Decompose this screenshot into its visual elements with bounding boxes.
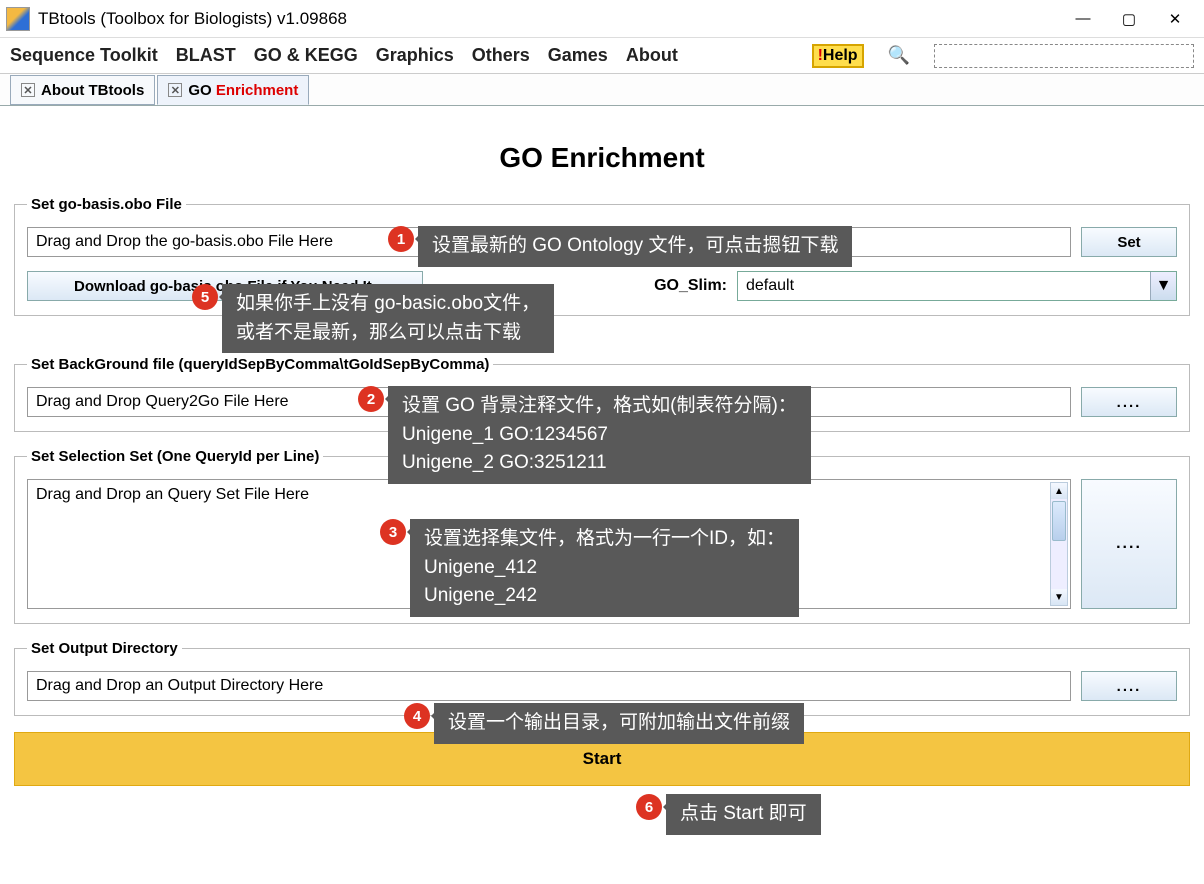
tab-go-enrichment[interactable]: ✕ GO Enrichment (157, 75, 309, 105)
tab-row: ✕ About TBtools ✕ GO Enrichment (0, 74, 1204, 106)
set-button[interactable]: Set (1081, 227, 1177, 257)
scrollbar[interactable]: ▲ ▼ (1050, 482, 1068, 606)
output-dir-input[interactable] (27, 671, 1071, 701)
page-title: GO Enrichment (14, 142, 1190, 174)
scroll-up-icon[interactable]: ▲ (1051, 483, 1067, 499)
section-go-basis: Set go-basis.obo File Set Download go-ba… (14, 196, 1190, 316)
close-icon[interactable]: ✕ (21, 83, 35, 97)
menu-about[interactable]: About (626, 45, 678, 66)
textarea-placeholder: Drag and Drop an Query Set File Here (36, 486, 309, 503)
goslim-value: default (738, 277, 1150, 295)
go-basis-input[interactable] (27, 227, 1071, 257)
tab-label: About TBtools (41, 82, 144, 99)
search-input[interactable] (934, 44, 1194, 68)
section-output-dir: Set Output Directory .... (14, 640, 1190, 716)
help-button[interactable]: !Help (812, 44, 864, 68)
callout-badge-6: 6 (636, 794, 662, 820)
browse-button[interactable]: .... (1081, 479, 1177, 609)
menubar: Sequence Toolkit BLAST GO & KEGG Graphic… (0, 38, 1204, 74)
app-icon (6, 7, 30, 31)
section-legend: Set go-basis.obo File (27, 196, 186, 213)
section-legend: Set Output Directory (27, 640, 182, 657)
window-title: TBtools (Toolbox for Biologists) v1.0986… (38, 9, 1060, 29)
section-background: Set BackGround file (queryIdSepByComma\t… (14, 356, 1190, 432)
maximize-button[interactable]: ▢ (1106, 4, 1152, 34)
scroll-thumb[interactable] (1052, 501, 1066, 541)
goslim-label: GO_Slim: (654, 277, 727, 295)
menu-go-kegg[interactable]: GO & KEGG (254, 45, 358, 66)
main-panel: GO Enrichment Set go-basis.obo File Set … (0, 106, 1204, 796)
section-legend: Set Selection Set (One QueryId per Line) (27, 448, 323, 465)
callout-text-6: 点击 Start 即可 (666, 794, 821, 835)
background-input[interactable] (27, 387, 1071, 417)
tab-label: GO Enrichment (188, 82, 298, 99)
start-button[interactable]: Start (14, 732, 1190, 786)
close-button[interactable]: ✕ (1152, 4, 1198, 34)
close-icon[interactable]: ✕ (168, 83, 182, 97)
download-button[interactable]: Download go-basis.obo File if You Need I… (27, 271, 423, 301)
menu-graphics[interactable]: Graphics (376, 45, 454, 66)
menu-others[interactable]: Others (472, 45, 530, 66)
browse-button[interactable]: .... (1081, 387, 1177, 417)
titlebar: TBtools (Toolbox for Biologists) v1.0986… (0, 0, 1204, 38)
section-selection-set: Set Selection Set (One QueryId per Line)… (14, 448, 1190, 624)
selection-set-input[interactable]: Drag and Drop an Query Set File Here ▲ ▼ (27, 479, 1071, 609)
menu-sequence-toolkit[interactable]: Sequence Toolkit (10, 45, 158, 66)
browse-button[interactable]: .... (1081, 671, 1177, 701)
section-legend: Set BackGround file (queryIdSepByComma\t… (27, 356, 493, 373)
goslim-select[interactable]: default ▼ (737, 271, 1177, 301)
tab-about-tbtools[interactable]: ✕ About TBtools (10, 75, 155, 105)
menu-blast[interactable]: BLAST (176, 45, 236, 66)
minimize-button[interactable]: — (1060, 4, 1106, 34)
search-icon[interactable]: 🔍 (888, 45, 910, 66)
chevron-down-icon[interactable]: ▼ (1150, 272, 1176, 300)
scroll-down-icon[interactable]: ▼ (1051, 589, 1067, 605)
menu-games[interactable]: Games (548, 45, 608, 66)
